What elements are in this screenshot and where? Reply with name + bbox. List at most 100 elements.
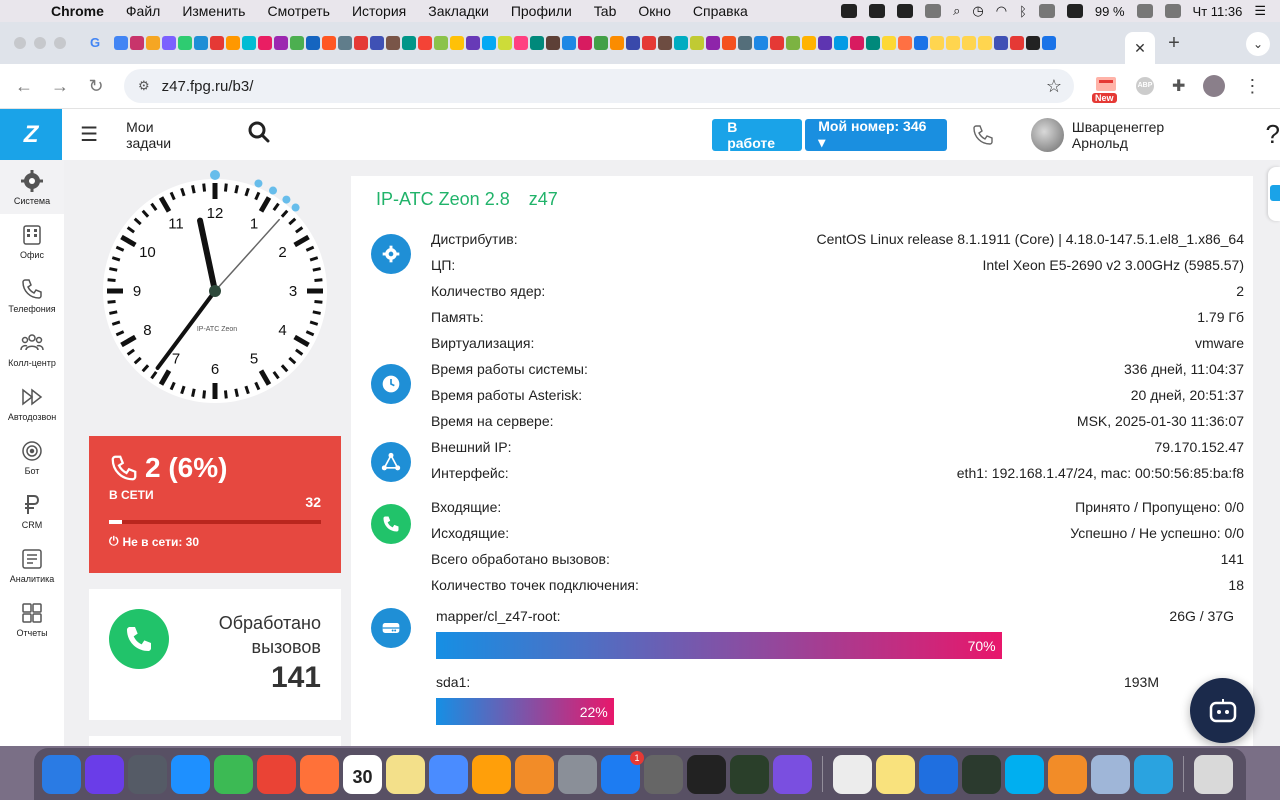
tray-app-icon[interactable] bbox=[869, 4, 886, 18]
chat-bot-button[interactable] bbox=[1190, 678, 1255, 743]
game-icon[interactable] bbox=[730, 754, 769, 794]
tab-favicon[interactable] bbox=[354, 36, 368, 50]
safari-icon[interactable] bbox=[171, 754, 210, 794]
launchpad-icon[interactable] bbox=[128, 754, 167, 794]
preview-doc-icon[interactable] bbox=[1091, 754, 1130, 794]
nav-item-telephony[interactable]: Телефония bbox=[0, 268, 64, 322]
tab-favicon[interactable] bbox=[674, 36, 688, 50]
tab-favicon[interactable] bbox=[690, 36, 704, 50]
menu-history[interactable]: История bbox=[341, 3, 417, 19]
menu-window[interactable]: Окно bbox=[627, 3, 682, 19]
notification-center-icon[interactable]: ☰ bbox=[1254, 3, 1266, 19]
tab-favicon[interactable] bbox=[338, 36, 352, 50]
nav-item-analytics[interactable]: Аналитика bbox=[0, 538, 64, 592]
site-info-icon[interactable]: ⚙ bbox=[138, 78, 150, 94]
tab-favicon[interactable] bbox=[1042, 36, 1056, 50]
tab-favicon[interactable] bbox=[498, 36, 512, 50]
tab-favicon[interactable] bbox=[146, 36, 160, 50]
profile-avatar[interactable] bbox=[1203, 75, 1226, 97]
maps-icon[interactable] bbox=[214, 754, 253, 794]
tab-favicon[interactable] bbox=[482, 36, 496, 50]
side-panel-tab[interactable] bbox=[1268, 167, 1280, 221]
tab-favicon[interactable] bbox=[930, 36, 944, 50]
calendar-icon[interactable]: 30 bbox=[343, 754, 382, 794]
textedit-icon[interactable] bbox=[833, 754, 872, 794]
tab-favicon[interactable] bbox=[834, 36, 848, 50]
menubar-clock[interactable]: Чт 11:36 bbox=[1193, 4, 1243, 19]
tab-favicon[interactable] bbox=[754, 36, 768, 50]
chrome-icon[interactable] bbox=[257, 754, 296, 794]
telegram-icon[interactable] bbox=[1134, 754, 1173, 794]
preview-icon[interactable] bbox=[429, 754, 468, 794]
app-store-icon[interactable]: 1 bbox=[601, 750, 644, 794]
tab-favicon[interactable] bbox=[258, 36, 272, 50]
tab-favicon[interactable] bbox=[194, 36, 208, 50]
processed-calls-card[interactable]: Обработано вызовов 141 bbox=[89, 589, 341, 720]
bookmark-star-icon[interactable]: ☆ bbox=[1046, 76, 1062, 97]
search-icon[interactable] bbox=[248, 121, 270, 149]
tab-favicon[interactable] bbox=[162, 36, 176, 50]
tab-favicon[interactable] bbox=[322, 36, 336, 50]
tab-favicon[interactable] bbox=[402, 36, 416, 50]
phone-icon[interactable] bbox=[971, 123, 995, 147]
tray-app-icon[interactable] bbox=[841, 4, 858, 18]
stickies-icon[interactable] bbox=[876, 754, 915, 794]
tab-favicon[interactable] bbox=[114, 36, 128, 50]
tab-favicon[interactable] bbox=[562, 36, 576, 50]
bluetooth-icon[interactable]: ᛒ bbox=[1019, 4, 1027, 19]
work-status-button[interactable]: В работе bbox=[712, 118, 803, 151]
user-menu[interactable]: Шварценеггер Арнольд bbox=[1030, 117, 1220, 152]
wifi-icon[interactable]: ◠ bbox=[996, 3, 1007, 19]
tab-favicon[interactable] bbox=[418, 36, 432, 50]
url-text[interactable]: z47.fpg.ru/b3/ bbox=[162, 78, 254, 95]
tray-app-icon[interactable] bbox=[925, 4, 942, 18]
tab-favicon[interactable] bbox=[610, 36, 624, 50]
forward-arrow-icon[interactable]: → bbox=[42, 76, 78, 97]
tab-favicon[interactable] bbox=[994, 36, 1008, 50]
tab-favicon[interactable] bbox=[802, 36, 816, 50]
lists-icon[interactable] bbox=[919, 754, 958, 794]
terminal-icon[interactable] bbox=[644, 754, 683, 794]
tab-favicon[interactable] bbox=[914, 36, 928, 50]
zoom-window-button[interactable] bbox=[54, 37, 66, 49]
menu-file[interactable]: Файл bbox=[115, 3, 171, 19]
control-center-icon[interactable] bbox=[1164, 4, 1181, 18]
tab-favicon[interactable] bbox=[642, 36, 656, 50]
sublime-icon[interactable] bbox=[1048, 754, 1087, 794]
tab-favicon[interactable] bbox=[514, 36, 528, 50]
tab-favicon[interactable] bbox=[850, 36, 864, 50]
siri-icon[interactable] bbox=[1066, 4, 1083, 18]
tab-favicon[interactable] bbox=[978, 36, 992, 50]
tab-favicon[interactable] bbox=[722, 36, 736, 50]
tab-search-button[interactable]: ⌄ bbox=[1246, 32, 1270, 56]
nav-item-crm[interactable]: CRM bbox=[0, 484, 64, 538]
close-tab-icon[interactable]: ✕ bbox=[1134, 40, 1146, 57]
new-tab-button[interactable]: + bbox=[1159, 32, 1189, 55]
tab-favicon[interactable] bbox=[706, 36, 720, 50]
tab-favicon[interactable] bbox=[290, 36, 304, 50]
tab-favicon[interactable] bbox=[658, 36, 672, 50]
nav-item-reports[interactable]: Отчеты bbox=[0, 592, 64, 646]
tab-favicon[interactable] bbox=[1010, 36, 1024, 50]
minimize-window-button[interactable] bbox=[34, 37, 46, 49]
time-machine-icon[interactable]: ◷ bbox=[972, 3, 983, 19]
skype-icon[interactable] bbox=[1005, 754, 1044, 794]
tab-favicon[interactable] bbox=[546, 36, 560, 50]
help-icon[interactable]: ? bbox=[1266, 119, 1280, 150]
tab-favicon[interactable] bbox=[274, 36, 288, 50]
online-users-card[interactable]: 2 (6%) В СЕТИ 32 ⏻ Не в сети: 30 bbox=[89, 436, 341, 573]
nav-item-bot[interactable]: Бот bbox=[0, 430, 64, 484]
tab-favicon[interactable] bbox=[226, 36, 240, 50]
tab-favicon[interactable] bbox=[946, 36, 960, 50]
tab-favicon[interactable] bbox=[178, 36, 192, 50]
monitor-icon[interactable] bbox=[962, 754, 1001, 794]
tab-favicon[interactable] bbox=[818, 36, 832, 50]
tab-favicon[interactable] bbox=[898, 36, 912, 50]
notes-icon[interactable] bbox=[386, 754, 425, 794]
nav-item-system[interactable]: Система bbox=[0, 160, 64, 214]
reload-icon[interactable]: ↻ bbox=[78, 76, 114, 97]
tab-favicon[interactable] bbox=[306, 36, 320, 50]
back-arrow-icon[interactable]: ← bbox=[6, 76, 42, 97]
tray-app-icon[interactable] bbox=[897, 4, 914, 18]
activity-icon[interactable] bbox=[687, 754, 726, 794]
